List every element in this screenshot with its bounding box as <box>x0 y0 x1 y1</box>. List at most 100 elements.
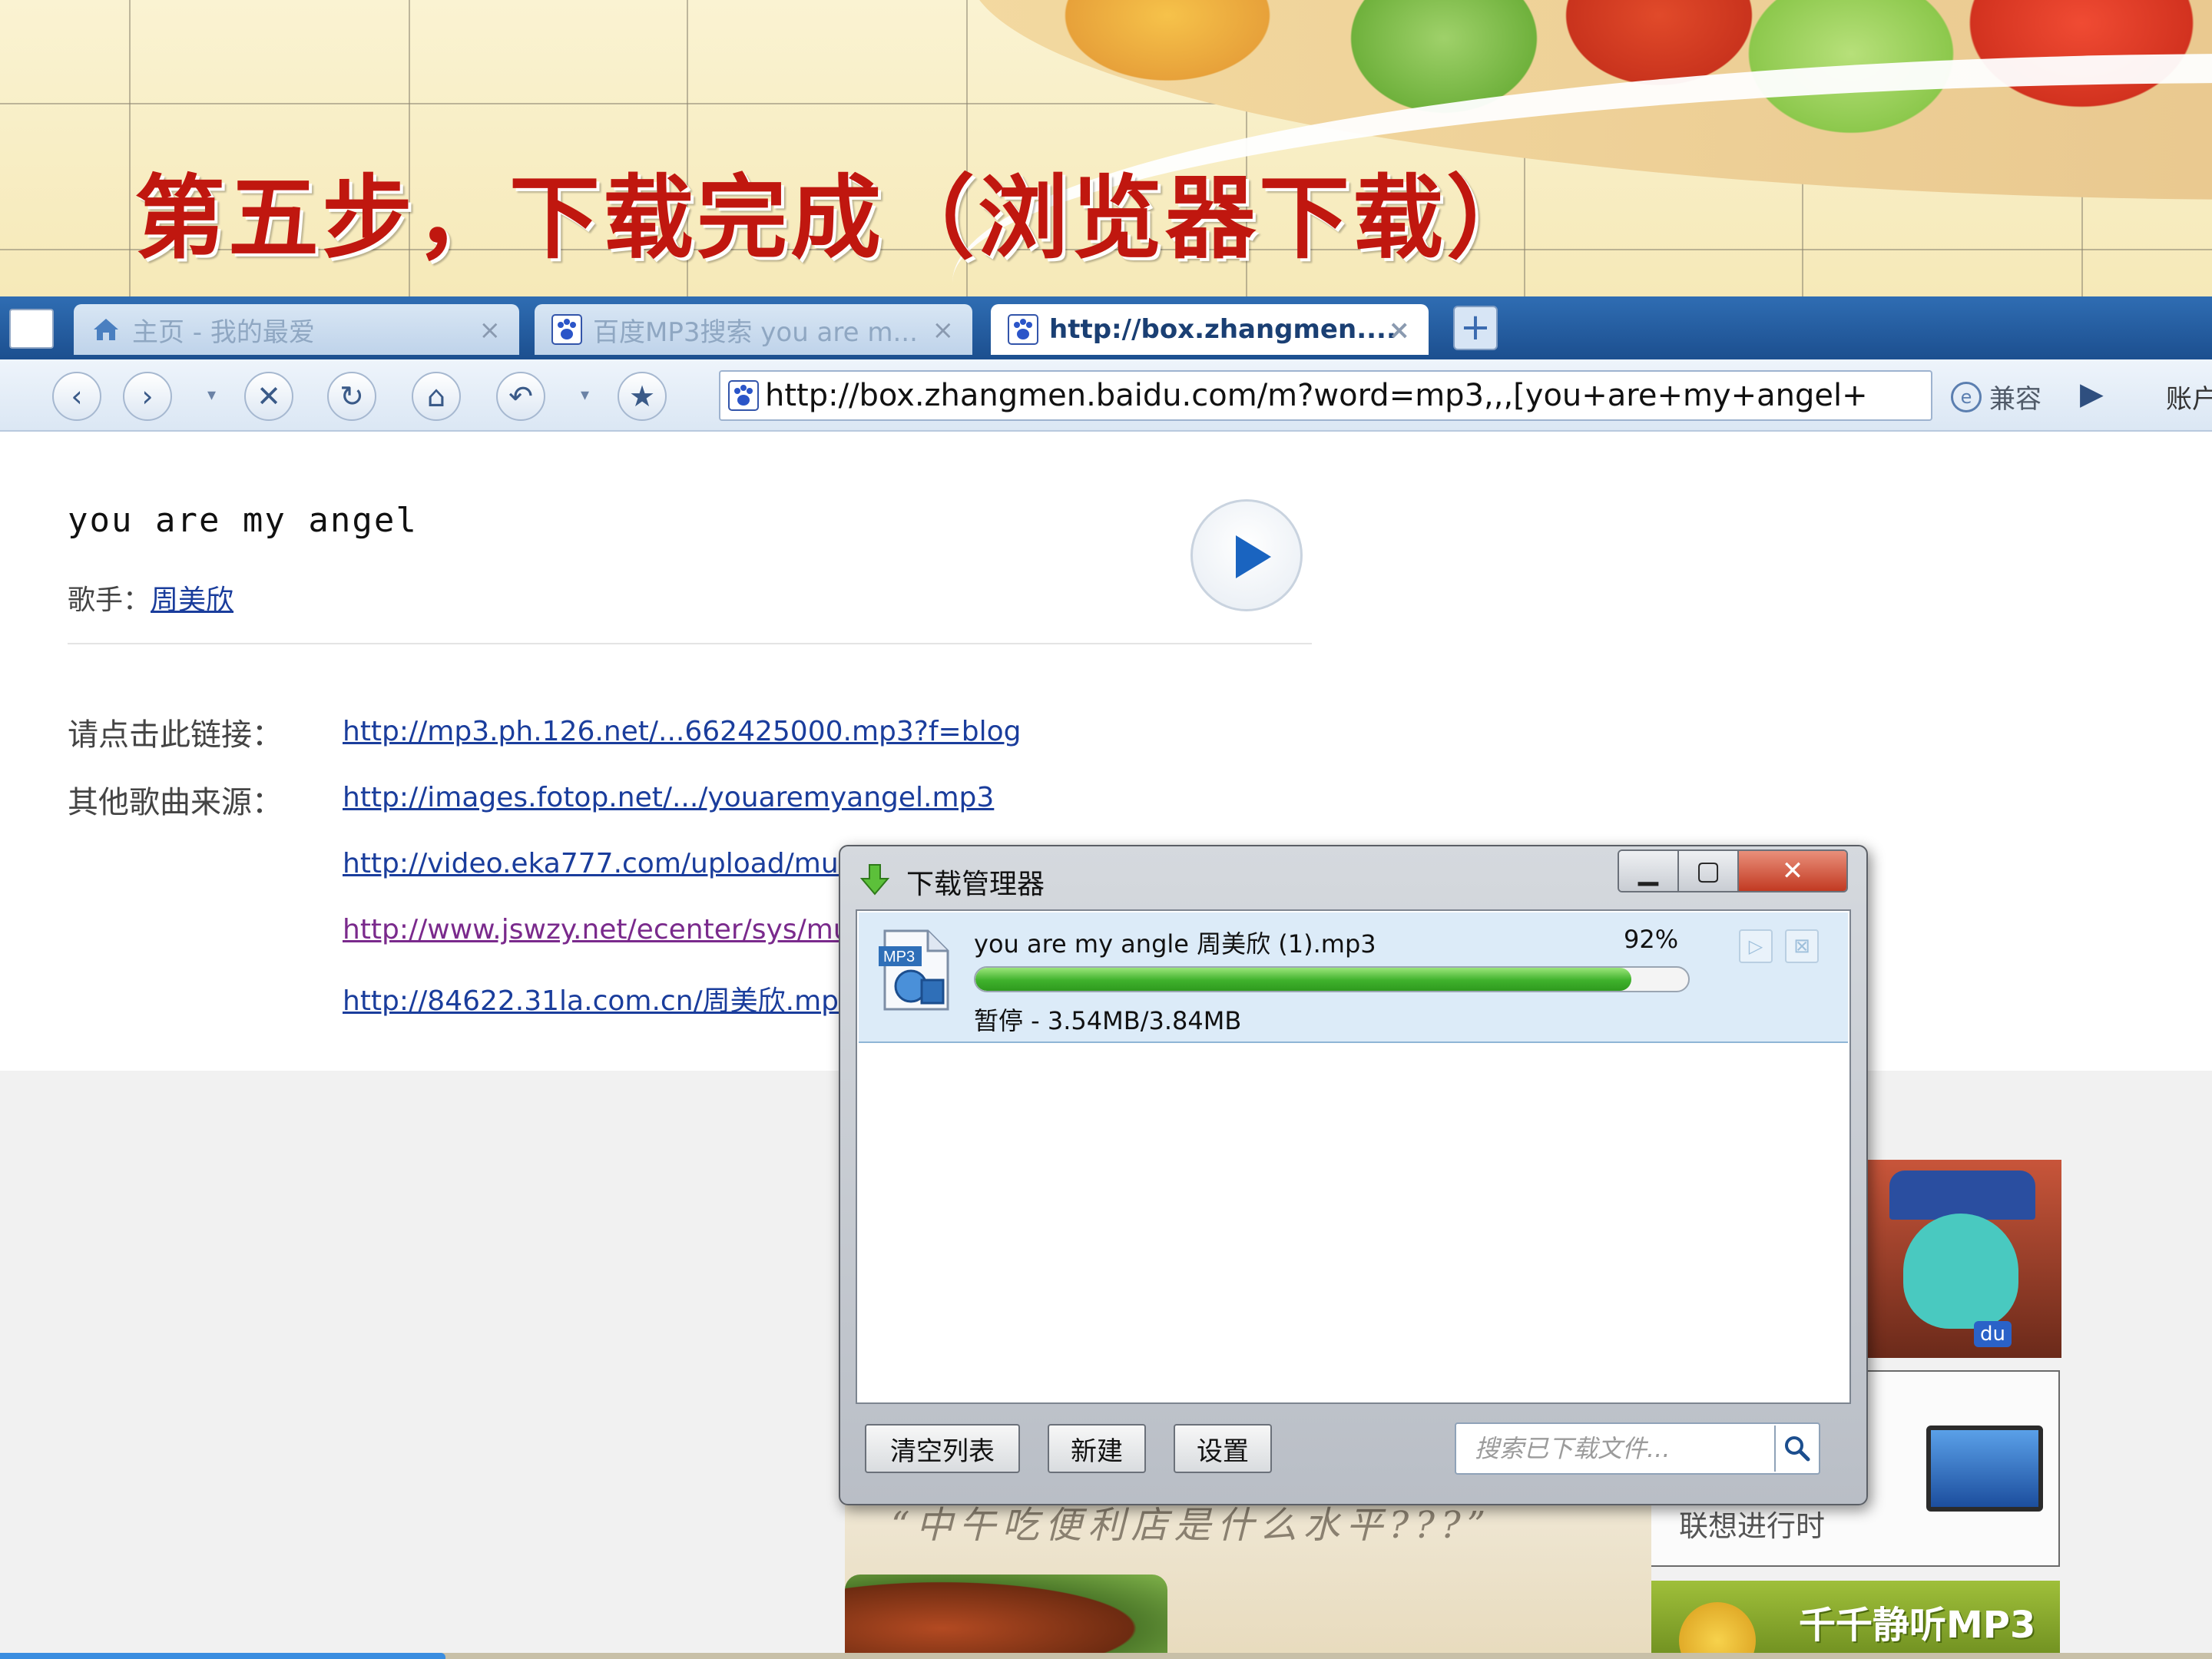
close-button[interactable]: ✕ <box>1739 851 1846 891</box>
slide-bottom-accent <box>0 1653 445 1659</box>
refresh-icon: ↻ <box>339 379 364 413</box>
new-tab-button[interactable]: + <box>1453 306 1498 350</box>
address-bar[interactable]: http://box.zhangmen.baidu.com/m?word=mp3… <box>719 370 1932 421</box>
maximize-icon: ▢ <box>1695 856 1721 886</box>
refresh-button[interactable]: ↻ <box>327 372 376 421</box>
close-icon[interactable]: × <box>479 315 502 346</box>
link-label: 请点击此链接： <box>68 717 283 753</box>
play-icon[interactable]: ▶ <box>2080 376 2104 412</box>
mp3-file-icon: MP3 <box>879 929 949 1011</box>
tab-home[interactable]: 主页 - 我的最爱 × <box>74 304 519 355</box>
food-photo <box>845 1575 1167 1659</box>
resume-button[interactable]: ▷ <box>1739 929 1773 963</box>
song-link[interactable]: http://84622.31la.com.cn/周美欣.mp3 <box>343 979 856 1018</box>
baidu-paw-icon <box>1008 314 1038 345</box>
home-icon <box>94 319 118 340</box>
undo-icon: ↶ <box>508 379 533 413</box>
food-ad[interactable]: “中午吃便利店是什么水平???” <box>845 1498 1651 1659</box>
home-button[interactable]: ⌂ <box>412 372 461 421</box>
baidu-badge: du <box>1974 1321 2012 1347</box>
search-input[interactable] <box>1458 1426 1773 1472</box>
new-download-button[interactable]: 新建 <box>1048 1424 1146 1473</box>
ttplayer-ad-text: 千千静听MP3 <box>1799 1604 2036 1647</box>
chevron-right-icon: › <box>141 379 154 413</box>
cartoon-face <box>1903 1214 2018 1329</box>
headphones-icon <box>1679 1602 1756 1659</box>
dialog-titlebar[interactable]: 下载管理器 ▁ ▢ ✕ <box>840 846 1866 908</box>
chevron-down-icon[interactable]: ▾ <box>581 386 589 405</box>
dialog-footer: 清空列表 新建 设置 <box>856 1407 1851 1492</box>
chevron-down-icon[interactable]: ▾ <box>207 386 216 405</box>
address-text: http://box.zhangmen.baidu.com/m?word=mp3… <box>765 378 1868 413</box>
download-status: 暂停 - 3.54MB/3.84MB <box>974 1006 1242 1035</box>
browser-toolbar: ‹ › ▾ ✕ ↻ ⌂ ↶ ▾ ★ http://box.zhangmen.ba… <box>0 359 2212 432</box>
compat-mode-button[interactable]: e 兼容 <box>1951 378 2041 416</box>
lenovo-ad-text: 联想进行时 <box>1679 1509 1826 1543</box>
tab-label: 百度MP3搜索 you are m... <box>593 316 918 348</box>
baidu-paw-icon <box>551 314 582 345</box>
close-icon: ⊠ <box>1793 935 1810 958</box>
other-sources-label: 其他歌曲来源： <box>68 785 283 820</box>
close-icon[interactable]: × <box>1389 315 1411 346</box>
close-icon: ✕ <box>257 379 281 413</box>
maximize-button[interactable]: ▢ <box>1679 851 1739 891</box>
cartoon-ad[interactable]: du <box>1866 1160 2061 1358</box>
remove-button[interactable]: ⊠ <box>1785 929 1819 963</box>
ie-icon: e <box>1951 381 1982 412</box>
minimize-button[interactable]: ▁ <box>1619 851 1679 891</box>
download-percent: 92% <box>1624 925 1679 954</box>
settings-button[interactable]: 设置 <box>1174 1424 1272 1473</box>
stop-button[interactable]: ✕ <box>244 372 293 421</box>
file-name: you are my angle 周美欣 (1).mp3 <box>974 929 1376 959</box>
search-button[interactable] <box>1774 1426 1819 1472</box>
singer-row: 歌手：周美欣 <box>68 578 233 618</box>
file-type-label: MP3 <box>883 949 915 965</box>
baidu-paw-icon <box>728 380 759 411</box>
browser-tab-bar: 主页 - 我的最爱 × 百度MP3搜索 you are m... × http:… <box>0 296 2212 359</box>
search-box <box>1455 1422 1820 1475</box>
cartoon-hat <box>1889 1171 2035 1220</box>
window-controls: ▁ ▢ ✕ <box>1618 849 1848 892</box>
song-link[interactable]: http://mp3.ph.126.net/...662425000.mp3?f… <box>343 716 1021 747</box>
forward-button[interactable]: › <box>123 372 172 421</box>
close-icon[interactable]: × <box>932 315 955 346</box>
home-icon: ⌂ <box>426 379 446 413</box>
chevron-left-icon: ‹ <box>71 379 83 413</box>
song-title: you are my angel <box>68 501 418 540</box>
divider <box>68 643 1312 644</box>
slide-header: 第五步，下载完成（浏览器下载） <box>0 0 2212 296</box>
singer-link[interactable]: 周美欣 <box>151 584 233 616</box>
tab-baidu-search[interactable]: 百度MP3搜索 you are m... × <box>535 304 972 355</box>
star-icon: ★ <box>628 379 656 413</box>
close-icon: ✕ <box>1781 856 1804 886</box>
play-icon: ▷ <box>1748 935 1763 957</box>
play-icon <box>1236 535 1271 578</box>
ttplayer-ad[interactable]: 千千静听MP3 <box>1648 1581 2060 1659</box>
tab-label: http://box.zhangmen.... <box>1049 314 1396 345</box>
song-link[interactable]: http://www.jswzy.net/ecenter/sys/mu <box>343 914 851 945</box>
computer-icon <box>1926 1426 2043 1512</box>
tab-zhangmen[interactable]: http://box.zhangmen.... × <box>991 304 1429 355</box>
favorite-button[interactable]: ★ <box>618 372 667 421</box>
minimize-icon: ▁ <box>1637 856 1659 886</box>
download-arrow-icon <box>859 864 890 896</box>
grid-line <box>129 0 131 296</box>
download-item[interactable]: MP3 you are my angle 周美欣 (1).mp3 92% 暂停 … <box>859 912 1848 1043</box>
download-list: MP3 you are my angle 周美欣 (1).mp3 92% 暂停 … <box>856 909 1851 1404</box>
tab-label: 主页 - 我的最爱 <box>132 316 315 348</box>
play-button[interactable] <box>1190 499 1303 611</box>
dialog-title: 下载管理器 <box>906 869 1045 900</box>
singer-label: 歌手： <box>68 584 151 616</box>
account-label[interactable]: 账户 <box>2166 378 2212 416</box>
compat-label: 兼容 <box>1989 384 2041 415</box>
undo-button[interactable]: ↶ <box>496 372 545 421</box>
download-progress-fill <box>975 968 1631 991</box>
search-icon <box>1785 1436 1810 1462</box>
song-link[interactable]: http://video.eka777.com/upload/music <box>343 848 876 879</box>
download-manager-dialog: 下载管理器 ▁ ▢ ✕ MP3 you are my angle 周美欣 (1)… <box>839 845 1868 1505</box>
download-progress-bar <box>974 966 1690 992</box>
song-link[interactable]: http://images.fotop.net/.../youaremyange… <box>343 782 994 813</box>
clear-list-button[interactable]: 清空列表 <box>865 1424 1020 1473</box>
browser-menu-icon[interactable] <box>9 309 54 349</box>
back-button[interactable]: ‹ <box>52 372 101 421</box>
